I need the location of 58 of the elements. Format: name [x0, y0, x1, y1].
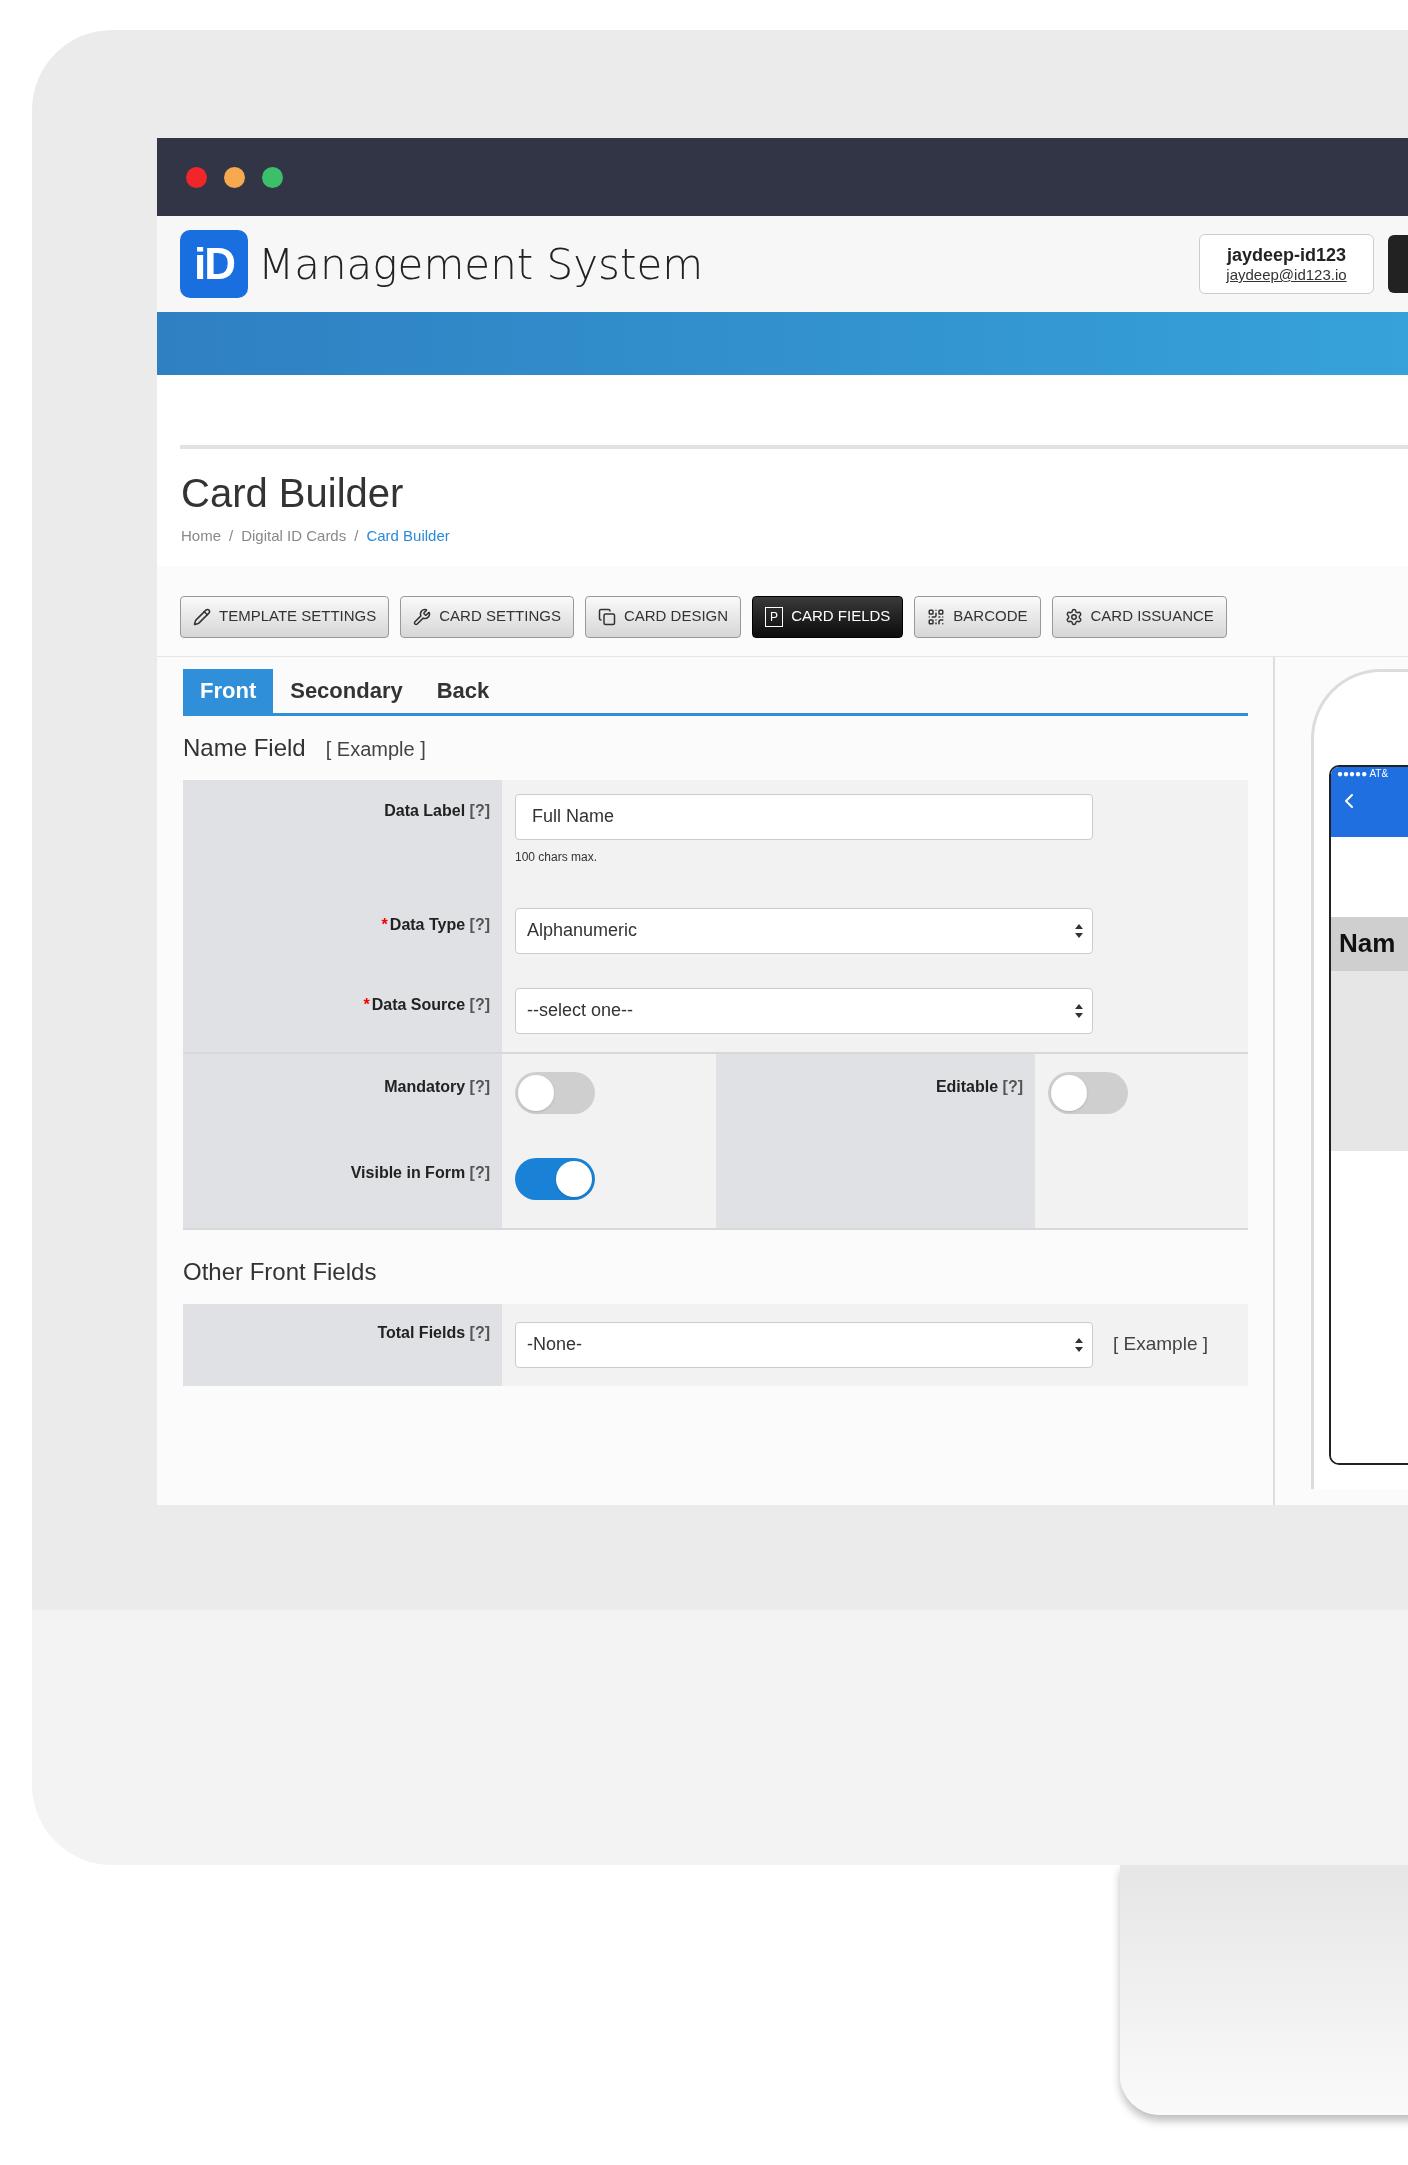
toggle-switch[interactable] — [515, 1071, 595, 1114]
toolbar-button[interactable]: P CARD FIELDS — [752, 595, 904, 638]
select-field[interactable]: --select one-- — [515, 987, 1093, 1034]
select-arrows-icon — [1074, 1336, 1084, 1353]
help-link[interactable]: [?] — [1002, 1077, 1023, 1095]
field-label: Editable — [935, 1077, 999, 1095]
field-label: Data Type — [389, 915, 466, 933]
letter-icon: P — [765, 606, 784, 627]
toggle-switch[interactable] — [1048, 1071, 1128, 1114]
user-badge[interactable]: jaydeep-id123 jaydeep@id123.io — [1199, 234, 1374, 294]
toolbar-button[interactable]: TEMPLATE SETTINGS — [180, 595, 390, 638]
toolbar-button[interactable]: CARD DESIGN — [584, 595, 742, 638]
app-title: Management System — [258, 238, 704, 291]
field-label: Total Fields — [377, 1323, 466, 1341]
copy-icon — [597, 607, 616, 626]
field-label: Visible in Form — [350, 1163, 466, 1181]
toggle-switch[interactable] — [515, 1157, 595, 1200]
section-title: Name Field — [183, 732, 306, 763]
help-link[interactable]: [?] — [469, 995, 490, 1013]
field-label: Mandatory — [384, 1077, 466, 1095]
field-hint: 100 chars max. — [515, 848, 599, 866]
qr-code-icon — [927, 607, 946, 626]
breadcrumb-separator: / — [229, 526, 234, 546]
breadcrumb-link[interactable]: Card Builder — [366, 525, 450, 548]
tab[interactable]: Secondary — [273, 668, 420, 713]
preview-field-label: Nam — [1339, 927, 1396, 960]
help-link[interactable]: [?] — [469, 801, 490, 819]
help-link[interactable]: [?] — [469, 1323, 490, 1341]
example-link[interactable]: [ Example ] — [325, 733, 426, 764]
help-link[interactable]: [?] — [469, 1077, 490, 1095]
text-field[interactable]: Full Name — [515, 793, 1093, 840]
breadcrumb-link[interactable]: Home — [181, 525, 221, 548]
field-label: Data Label — [384, 801, 466, 819]
required-mark: * — [363, 995, 370, 1013]
toolbar-button[interactable]: CARD ISSUANCE — [1051, 595, 1227, 638]
example-link[interactable]: [ Example ] — [1113, 1330, 1209, 1359]
select-field[interactable]: -None- — [515, 1321, 1093, 1368]
user-email[interactable]: jaydeep@id123.io — [1226, 266, 1347, 284]
field-label: Data Source — [371, 995, 466, 1013]
pencil-icon — [193, 607, 211, 626]
required-mark: * — [381, 915, 388, 933]
section-title: Other Front Fields — [183, 1256, 378, 1287]
user-name: jaydeep-id123 — [1226, 244, 1347, 266]
select-field[interactable]: Alphanumeric — [515, 907, 1093, 954]
breadcrumb-separator: / — [354, 526, 359, 546]
select-arrows-icon — [1074, 1002, 1084, 1019]
toolbar-button[interactable]: BARCODE — [914, 595, 1041, 638]
breadcrumb-link[interactable]: Digital ID Cards — [241, 525, 347, 548]
select-arrows-icon — [1074, 922, 1084, 939]
app-logo: iD — [180, 230, 248, 298]
tab[interactable]: Back — [419, 668, 507, 713]
wrench-icon — [413, 607, 432, 626]
settings-icon — [1064, 607, 1083, 626]
page-title: Card Builder — [181, 470, 405, 517]
help-link[interactable]: [?] — [469, 1163, 490, 1181]
help-link[interactable]: [?] — [469, 915, 490, 933]
status-bar-text: ●●●●● AT& — [1337, 766, 1390, 781]
toolbar-button[interactable]: CARD SETTINGS — [400, 595, 574, 638]
